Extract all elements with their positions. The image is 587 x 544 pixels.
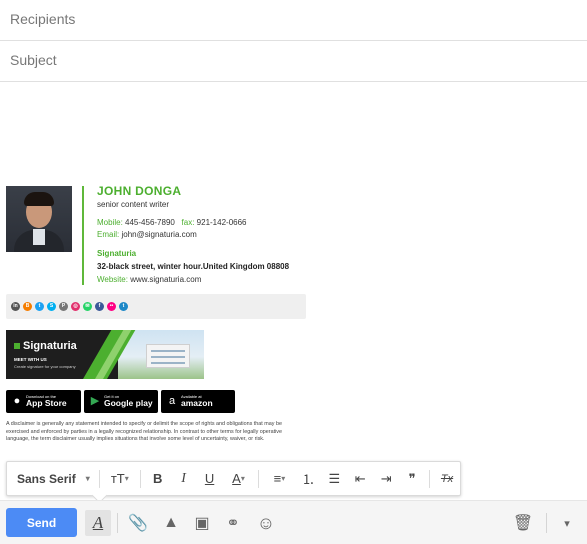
google-play-icon: ▶ [90,395,100,407]
bulleted-list-button[interactable]: ☰ [321,467,347,491]
signature-email: Email: john@signaturia.com [97,231,197,239]
mobile-number: 445-456-7890 [125,218,175,227]
apple-icon: ● [13,395,21,407]
app-store-badge[interactable]: ● Download on the App Store [6,390,81,413]
facebook-icon[interactable]: f [95,302,104,311]
signature-website: Website: www.signaturia.com [97,276,201,284]
insert-link-icon[interactable]: ⚭ [220,510,246,536]
banner-meet: MEET WITH US [14,357,47,362]
chevron-down-icon: ▾ [281,474,286,483]
google-play-badge[interactable]: ▶ Get it on Google play [84,390,158,413]
compose-bottom-bar: Send A 📎 ▲ ▣ ⚭ ☺ 🗑 ▾ [0,500,587,544]
quote-button[interactable]: ❞ [399,467,425,491]
email-address[interactable]: john@signaturia.com [121,230,196,239]
more-options-icon[interactable]: ▾ [554,510,580,536]
font-size-button[interactable]: тT ▾ [104,467,136,491]
bottom-divider [546,513,547,533]
amazon-icon: a [168,395,176,407]
signature-name: JOHN DONGA [97,184,182,198]
indent-more-button[interactable]: ⇥ [373,467,399,491]
insert-photo-icon[interactable]: ▣ [189,510,215,536]
font-family-value: Sans Serif [17,471,76,486]
signature-disclaimer: A disclaimer is generally any statement … [6,421,282,443]
signature-phones: Mobile: 445-456-7890 fax: 921-142-0666 [97,219,247,227]
toolbar-divider [258,469,260,488]
toolbar-divider [429,469,431,488]
attach-file-icon[interactable]: 📎 [125,510,151,536]
chevron-down-icon: ▾ [85,474,90,483]
amazon-big: amazon [181,398,213,409]
linkedin-icon[interactable]: in [11,302,20,311]
banner-tagline: Create signature for your company [14,364,76,369]
google-play-big: Google play [104,398,153,409]
website-label: Website: [97,275,128,284]
instagram-icon[interactable]: ◎ [71,302,80,311]
text-size-icon: тT [110,471,125,486]
building-image [146,344,190,368]
remove-formatting-button[interactable]: Tx [434,467,460,491]
amazon-badge[interactable]: a Available at amazon [161,390,235,413]
emoji-icon[interactable]: ☺ [253,510,279,536]
signature-job-title: senior content writer [97,200,170,209]
profile-photo [6,186,72,252]
fax-label: fax: [181,218,195,227]
fax-number: 921-142-0666 [196,218,247,227]
toolbar-divider [139,469,141,488]
email-label: Email: [97,230,120,239]
signature-company: Signaturia [97,249,137,258]
mobile-label: Mobile: [97,218,123,227]
signature-banner[interactable]: Signaturia MEET WITH US Create signature… [6,330,204,379]
text-color-icon: A [232,471,241,486]
signature-address: 32-black street, winter hour.United King… [97,262,290,271]
font-family-select[interactable]: Sans Serif ▾ [15,467,95,491]
banner-brand: Signaturia [14,340,77,352]
chevron-down-icon: ▾ [124,474,129,483]
formatting-options-button[interactable]: A [85,510,111,536]
pinterest-icon[interactable]: P [59,302,68,311]
signature-divider [82,186,84,285]
align-button[interactable]: ≡ ▾ [263,467,295,491]
numbered-list-button[interactable]: ⒈ [295,467,321,491]
trash-icon[interactable]: 🗑 [510,510,536,536]
blogger-icon[interactable]: B [23,302,32,311]
tumblr-icon[interactable]: t [119,302,128,311]
align-icon: ≡ [273,471,282,486]
chat-icon[interactable]: ✉ [83,302,92,311]
chevron-down-icon: ▾ [240,474,245,483]
flickr-icon[interactable]: •• [107,302,116,311]
formatting-toolbar: Sans Serif ▾ тT ▾ B I U A ▾ ≡ ▾ ⒈ ☰ ⇤ ⇥ … [6,461,461,496]
subject-input[interactable]: Subject [0,41,587,82]
skype-icon[interactable]: S [47,302,56,311]
app-store-big: App Store [26,398,67,409]
website-link[interactable]: www.signaturia.com [130,275,201,284]
toolbar-divider [98,469,100,488]
bottom-divider [117,513,118,533]
twitter-icon[interactable]: t [35,302,44,311]
underline-button[interactable]: U [197,467,223,491]
send-button[interactable]: Send [6,508,77,537]
bold-button[interactable]: B [145,467,171,491]
google-drive-icon[interactable]: ▲ [158,510,184,536]
text-color-button[interactable]: A ▾ [223,467,255,491]
recipients-input[interactable]: Recipients [0,0,587,41]
indent-less-button[interactable]: ⇤ [347,467,373,491]
social-icons-bar: in Bt S P ◎ ✉ f •• t [6,294,306,319]
italic-button[interactable]: I [171,467,197,491]
